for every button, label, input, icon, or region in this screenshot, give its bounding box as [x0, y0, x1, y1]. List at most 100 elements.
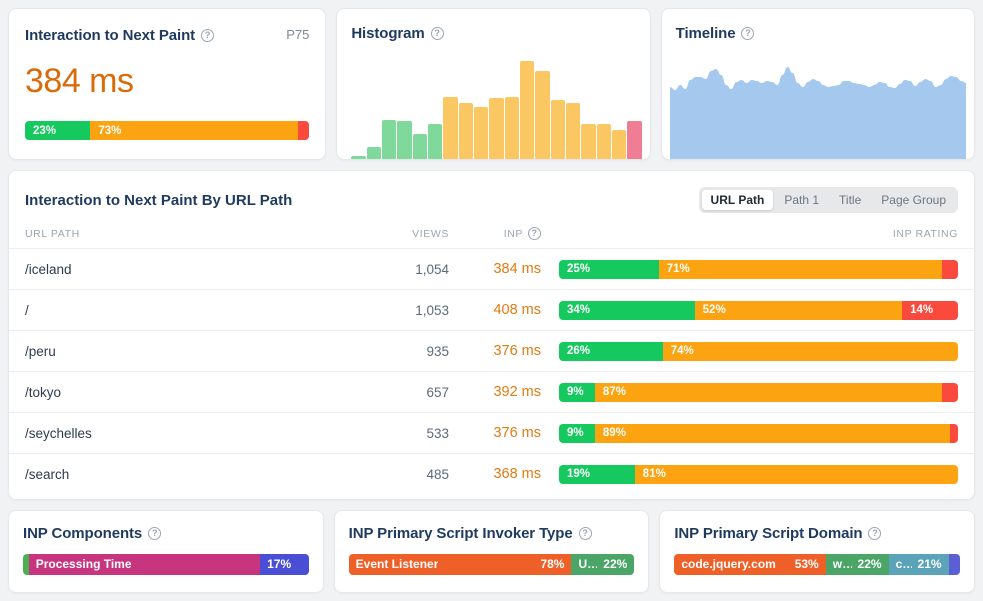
- bar-segment-percent: 22%: [603, 557, 628, 571]
- timeline-area-chart: [669, 67, 966, 159]
- histogram-bar[interactable]: [351, 156, 366, 159]
- table-row[interactable]: /iceland 1,054 384 ms 25% 71%: [9, 248, 974, 290]
- domain-bar: code.jquery.com 53% w… 22% c… 21%: [674, 553, 960, 575]
- inp-card-title-group: Interaction to Next Paint ?: [25, 27, 215, 44]
- table-header: Interaction to Next Paint By URL Path UR…: [9, 171, 974, 221]
- table-row[interactable]: /seychelles 533 376 ms 9% 89%: [9, 412, 974, 454]
- inp-rating-bar: 34% 52% 14%: [559, 300, 958, 320]
- table-row[interactable]: /tokyo 657 392 ms 9% 87%: [9, 371, 974, 413]
- cell-url-path[interactable]: /search: [9, 454, 339, 495]
- bar-segment-label: Event Listener: [355, 557, 439, 571]
- bar-segment[interactable]: U… 22%: [571, 553, 635, 575]
- histogram-bar[interactable]: [443, 96, 458, 159]
- histogram-bar[interactable]: [489, 98, 504, 159]
- bar-segment: [942, 382, 958, 402]
- domain-card-title-group: INP Primary Script Domain ?: [674, 525, 960, 542]
- cell-views: 533: [426, 425, 449, 441]
- bar-segment-label: 87%: [602, 386, 626, 398]
- cell-inp-rating: 9% 89%: [559, 413, 974, 454]
- histogram-title: Histogram: [351, 25, 425, 42]
- bar-segment[interactable]: c… 21%: [888, 553, 949, 575]
- tab-url-path[interactable]: URL Path: [701, 190, 774, 210]
- column-header-inp-label: INP: [503, 227, 523, 240]
- histogram-bar[interactable]: [627, 121, 642, 159]
- bar-segment-label: 71%: [666, 263, 690, 275]
- inp-table: URL PATH VIEWS INP ? INP RATING /iceland…: [9, 221, 974, 495]
- histogram-bar[interactable]: [535, 70, 550, 159]
- tab-page-group[interactable]: Page Group: [872, 190, 955, 210]
- histogram-bar[interactable]: [581, 124, 596, 159]
- histogram-bar[interactable]: [458, 102, 473, 159]
- cell-inp-rating: 9% 87%: [559, 372, 974, 413]
- invoker-card-title-group: INP Primary Script Invoker Type ?: [349, 525, 635, 542]
- histogram-bar[interactable]: [504, 96, 519, 159]
- histogram-bar[interactable]: [611, 130, 627, 159]
- bar-segment-label: 26%: [567, 345, 591, 357]
- table-row[interactable]: / 1,053 408 ms 34% 52% 14%: [9, 289, 974, 331]
- bar-segment-percent: 21%: [917, 557, 942, 571]
- tab-path-1[interactable]: Path 1: [775, 190, 828, 210]
- cell-inp-rating: 34% 52% 14%: [559, 290, 974, 331]
- cell-views: 1,054: [415, 261, 449, 277]
- tab-title[interactable]: Title: [830, 190, 870, 210]
- column-header-url-path[interactable]: URL PATH: [9, 221, 339, 249]
- histogram-bar[interactable]: [381, 120, 397, 159]
- help-icon[interactable]: ?: [528, 227, 541, 240]
- help-icon[interactable]: ?: [578, 526, 592, 540]
- bar-segment[interactable]: code.jquery.com 53%: [674, 553, 826, 575]
- bar-segment[interactable]: w… 22%: [825, 553, 889, 575]
- inp-card-header: Interaction to Next Paint ? P75: [25, 27, 309, 44]
- bar-segment[interactable]: Event Listener 78%: [348, 553, 572, 575]
- bar-segment[interactable]: 17%: [260, 553, 309, 575]
- histogram-bar[interactable]: [397, 121, 412, 159]
- help-icon[interactable]: ?: [201, 29, 215, 42]
- cell-url-path[interactable]: /iceland: [9, 249, 339, 290]
- bar-segment: 9%: [559, 382, 595, 402]
- grouping-tabs: URL Path Path 1 Title Page Group: [698, 187, 958, 213]
- histogram-bar[interactable]: [596, 124, 611, 159]
- cell-url-path[interactable]: /peru: [9, 331, 339, 372]
- histogram-bar[interactable]: [550, 99, 565, 159]
- bar-segment: [950, 423, 958, 443]
- cell-inp: 392 ms: [493, 384, 541, 400]
- invoker-title: INP Primary Script Invoker Type: [348, 524, 573, 542]
- help-icon[interactable]: ?: [868, 526, 882, 540]
- inp-rating-bar: 26% 74%: [559, 341, 958, 361]
- cell-url-path[interactable]: /tokyo: [9, 372, 339, 413]
- bar-segment-percent: 17%: [267, 557, 292, 571]
- bar-segment: 14%: [902, 300, 958, 320]
- invoker-bar: Event Listener 78% U… 22%: [348, 553, 635, 575]
- histogram-bar[interactable]: [366, 147, 381, 159]
- histogram-bar[interactable]: [565, 102, 581, 159]
- bar-segment[interactable]: Processing Time: [28, 553, 261, 575]
- column-header-inp-rating[interactable]: INP RATING: [559, 221, 974, 249]
- table-row[interactable]: /peru 935 376 ms 26% 74%: [9, 330, 974, 372]
- table-body: /iceland 1,054 384 ms 25% 71% / 1,053 408 ms 34%…: [9, 248, 974, 495]
- table-row[interactable]: /search 485 368 ms 19% 81%: [9, 453, 974, 495]
- bar-segment-label: U…: [578, 557, 598, 571]
- dashboard-page: Interaction to Next Paint ? P75 384 ms 2…: [0, 0, 983, 601]
- help-icon[interactable]: ?: [148, 526, 162, 540]
- bar-segment-label: 9%: [567, 427, 584, 439]
- histogram-bar[interactable]: [427, 124, 443, 159]
- help-icon[interactable]: ?: [430, 27, 444, 40]
- histogram-bar[interactable]: [412, 134, 427, 159]
- histogram-bar[interactable]: [519, 60, 535, 159]
- column-header-views[interactable]: VIEWS: [339, 221, 449, 249]
- histogram-bar[interactable]: [473, 107, 489, 159]
- bar-segment-label: Processing Time: [35, 557, 132, 571]
- bar-segment-label: c…: [895, 557, 912, 571]
- cell-inp: 408 ms: [493, 302, 541, 318]
- cell-inp: 376 ms: [493, 343, 541, 359]
- breakdown-row: INP Components ? Processing Time 17% INP …: [8, 509, 976, 593]
- bar-segment[interactable]: [948, 553, 960, 575]
- column-header-inp[interactable]: INP ?: [449, 221, 559, 249]
- bar-segment: [297, 121, 310, 140]
- histogram-card: Histogram ?: [336, 8, 651, 160]
- bar-segment-percent: 22%: [857, 557, 882, 571]
- help-icon[interactable]: ?: [741, 27, 755, 40]
- bar-segment-percent: 53%: [794, 557, 819, 571]
- cell-url-path[interactable]: /: [9, 290, 339, 331]
- cell-inp: 368 ms: [493, 466, 541, 483]
- cell-url-path[interactable]: /seychelles: [9, 413, 339, 454]
